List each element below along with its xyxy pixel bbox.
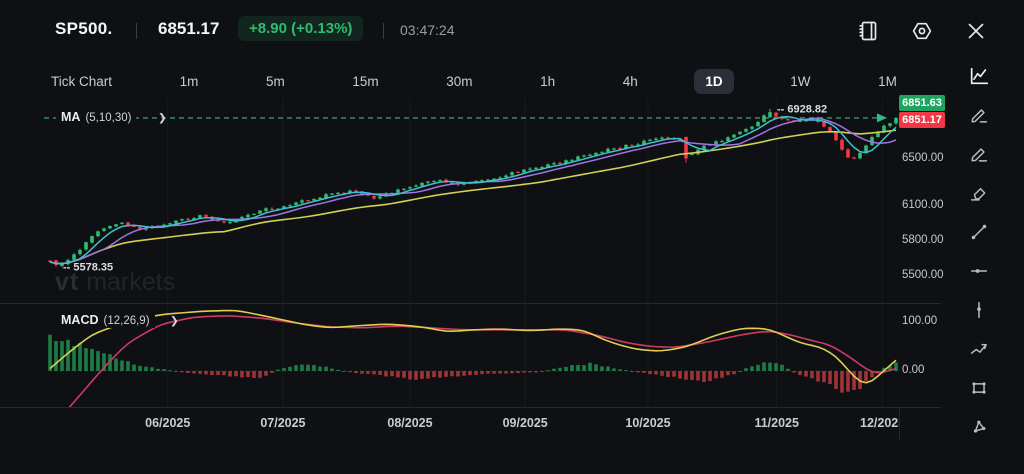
- month-label: 11/2025: [737, 407, 817, 440]
- trend-line-tool[interactable]: [966, 219, 992, 245]
- polygon-tool-tool[interactable]: [966, 414, 992, 440]
- horizontal-line-tool[interactable]: [966, 258, 992, 284]
- pencil-line-icon: [968, 143, 990, 165]
- tab-1d[interactable]: 1D: [694, 69, 733, 94]
- tab-1h[interactable]: 1h: [529, 69, 566, 94]
- ma-name: MA: [61, 110, 80, 124]
- tab-4h[interactable]: 4h: [612, 69, 649, 94]
- ma-params: (5,10,30): [85, 112, 131, 124]
- ma-indicator-label[interactable]: MA (5,10,30): [56, 109, 136, 125]
- month-label: 06/2025: [128, 407, 208, 440]
- rectangle-tool-tool[interactable]: [966, 375, 992, 401]
- tab-1m[interactable]: 1m: [169, 69, 210, 94]
- journal-icon: [856, 19, 880, 43]
- month-label: 09/2025: [485, 407, 565, 440]
- month-label: 12/2025: [843, 407, 899, 440]
- clock: 03:47:24: [400, 22, 455, 38]
- vertical-line-tool[interactable]: [966, 297, 992, 323]
- macd-indicator-label[interactable]: MACD (12,26,9): [56, 312, 155, 328]
- pencil-icon: [968, 104, 990, 126]
- tab-5m[interactable]: 5m: [255, 69, 296, 94]
- chart-canvas[interactable]: -- 6928.82 -- 5578.35: [0, 98, 941, 440]
- line-chart-icon: [968, 65, 990, 87]
- time-axis: 06/2025 07/2025 08/2025 09/2025 10/2025 11/20…: [0, 407, 899, 440]
- close-icon: [964, 19, 988, 43]
- eraser-icon: [968, 182, 990, 204]
- low-annotation: -- 5578.35: [63, 261, 113, 273]
- settings-icon: [910, 19, 934, 43]
- price-tick: 5800.00: [902, 234, 944, 246]
- divider: [136, 23, 137, 39]
- pencil-tool[interactable]: [966, 102, 992, 128]
- journal-button[interactable]: [854, 17, 882, 45]
- macd-name: MACD: [61, 313, 99, 327]
- rectangle-tool-icon: [968, 377, 990, 399]
- horizontal-line-icon: [968, 260, 990, 282]
- settings-button[interactable]: [908, 17, 936, 45]
- macd-params: (12,26,9): [104, 315, 150, 327]
- line-chart-tool[interactable]: [966, 63, 992, 89]
- tab-tick-chart[interactable]: Tick Chart: [40, 69, 123, 94]
- macd-tick: 0.00: [902, 364, 924, 376]
- tab-1w[interactable]: 1W: [779, 69, 821, 94]
- ma-value-badge: 6851.63: [899, 95, 945, 111]
- wave-arrow-icon: [968, 338, 990, 360]
- trend-line-icon: [968, 221, 990, 243]
- month-label: 08/2025: [370, 407, 450, 440]
- month-label: 07/2025: [243, 407, 323, 440]
- polygon-tool-icon: [968, 416, 990, 438]
- change-badge: +8.90 (+0.13%): [238, 16, 363, 41]
- pencil-line-tool[interactable]: [966, 141, 992, 167]
- timeframe-tabs: Tick Chart 1m 5m 15m 30m 1h 4h 1D 1W 1M: [40, 62, 908, 100]
- close-button[interactable]: [962, 17, 990, 45]
- eraser-tool[interactable]: [966, 180, 992, 206]
- symbol-name: SP500.: [55, 19, 113, 39]
- price-tick: 6500.00: [902, 152, 944, 164]
- tab-1m[interactable]: 1M: [867, 69, 908, 94]
- price-axis: 6500.00 6100.00 5800.00 5500.00 100.00 0.00: [899, 98, 957, 440]
- tab-30m[interactable]: 30m: [435, 69, 483, 94]
- price-tick: 6100.00: [902, 199, 944, 211]
- chevron-right-icon[interactable]: ❯: [170, 315, 179, 327]
- last-price: 6851.17: [158, 19, 219, 39]
- price-tick: 5500.00: [902, 269, 944, 281]
- vertical-line-icon: [968, 299, 990, 321]
- topbar-actions: [854, 17, 990, 45]
- chevron-right-icon[interactable]: ❯: [158, 112, 167, 124]
- last-price-badge: 6851.17: [899, 112, 945, 128]
- divider: [383, 23, 384, 39]
- tab-15m[interactable]: 15m: [341, 69, 389, 94]
- month-label: 10/2025: [608, 407, 688, 440]
- trading-app-window: SP500. 6851.17 +8.90 (+0.13%) 03:47:24 T…: [0, 0, 1024, 474]
- macd-tick: 100.00: [902, 315, 937, 327]
- wave-arrow-tool[interactable]: [966, 336, 992, 362]
- high-annotation: -- 6928.82: [777, 103, 827, 115]
